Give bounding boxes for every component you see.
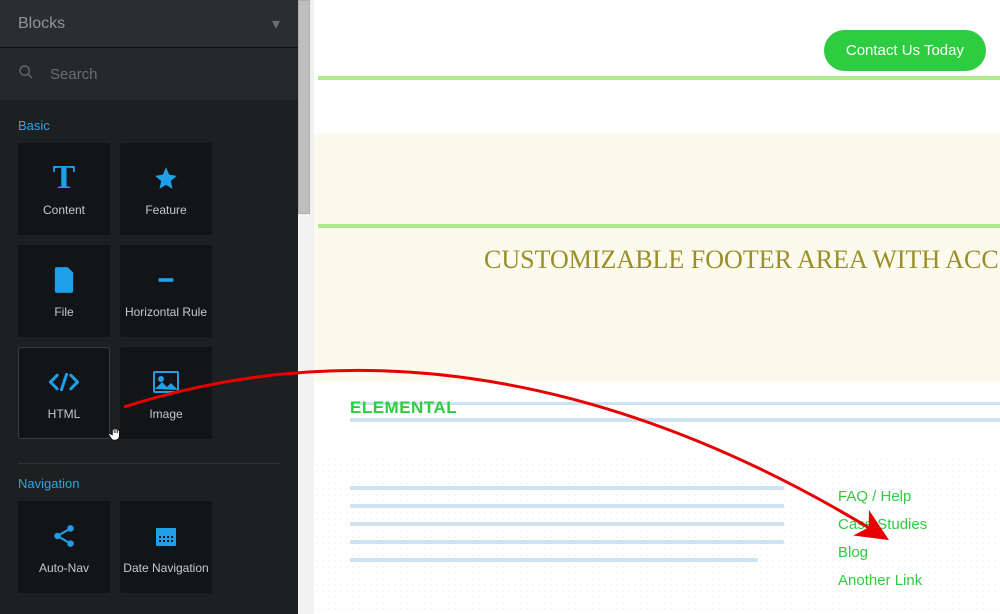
block-label: File bbox=[54, 306, 73, 319]
block-label: Date Navigation bbox=[123, 562, 208, 575]
block-feature[interactable]: Feature bbox=[120, 143, 212, 235]
placeholder-line bbox=[350, 418, 1000, 422]
footer-link[interactable]: Case Studies bbox=[838, 516, 927, 533]
search-input[interactable] bbox=[50, 66, 280, 83]
group-title-basic: Basic bbox=[18, 118, 280, 133]
divider-green bbox=[318, 76, 1000, 80]
panel-header[interactable]: Blocks ▾ bbox=[0, 0, 298, 48]
image-icon bbox=[153, 364, 179, 400]
block-file[interactable]: File bbox=[18, 245, 110, 337]
text-icon: T bbox=[53, 160, 76, 196]
panel-title: Blocks bbox=[18, 15, 65, 33]
block-label: Auto-Nav bbox=[39, 562, 89, 575]
calendar-icon bbox=[154, 518, 178, 554]
placeholder-paragraph bbox=[350, 486, 784, 576]
footer-heading: CUSTOMIZABLE FOOTER AREA WITH ACC bbox=[484, 245, 1000, 275]
block-label: HTML bbox=[48, 408, 81, 421]
block-label: Image bbox=[149, 408, 182, 421]
block-auto-nav[interactable]: Auto-Nav bbox=[18, 501, 110, 593]
group-title-navigation: Navigation bbox=[18, 463, 280, 491]
block-label: Horizontal Rule bbox=[125, 306, 207, 319]
block-label: Content bbox=[43, 204, 85, 217]
footer-links: FAQ / Help Case Studies Blog Another Lin… bbox=[838, 488, 927, 589]
block-grid-basic: T Content Feature File Horizontal Ru bbox=[18, 143, 280, 439]
group-basic: Basic T Content Feature File bbox=[0, 100, 298, 445]
block-html[interactable]: HTML bbox=[18, 347, 110, 439]
minus-icon bbox=[155, 262, 177, 298]
star-icon bbox=[153, 160, 179, 196]
placeholder-line bbox=[350, 540, 784, 544]
placeholder-line bbox=[350, 558, 758, 562]
block-grid-navigation: Auto-Nav Date Navigation bbox=[18, 501, 280, 593]
block-image[interactable]: Image bbox=[120, 347, 212, 439]
block-date-navigation[interactable]: Date Navigation bbox=[120, 501, 212, 593]
contact-us-button[interactable]: Contact Us Today bbox=[824, 30, 986, 71]
block-content[interactable]: T Content bbox=[18, 143, 110, 235]
scrollbar-thumb[interactable] bbox=[298, 0, 310, 214]
placeholder-line bbox=[350, 522, 784, 526]
block-label: Feature bbox=[145, 204, 186, 217]
divider-green bbox=[318, 224, 1000, 228]
footer-link[interactable]: FAQ / Help bbox=[838, 488, 927, 505]
share-icon bbox=[51, 518, 77, 554]
code-icon bbox=[47, 364, 81, 400]
search-row bbox=[0, 48, 298, 100]
footer-link[interactable]: Another Link bbox=[838, 572, 927, 589]
page-canvas: Contact Us Today CUSTOMIZABLE FOOTER ARE… bbox=[314, 0, 1000, 614]
blocks-sidebar: Blocks ▾ Basic T Content Feature bbox=[0, 0, 298, 614]
file-icon bbox=[53, 262, 75, 298]
search-icon bbox=[18, 64, 34, 85]
scrollbar-track[interactable] bbox=[298, 0, 314, 614]
footer-link[interactable]: Blog bbox=[838, 544, 927, 561]
placeholder-line bbox=[350, 504, 784, 508]
block-horizontal-rule[interactable]: Horizontal Rule bbox=[120, 245, 212, 337]
placeholder-line bbox=[350, 486, 784, 490]
group-navigation: Navigation Auto-Nav Date Navigation bbox=[0, 445, 298, 599]
brand-label: ELEMENTAL bbox=[350, 398, 457, 418]
chevron-down-icon: ▾ bbox=[272, 14, 280, 34]
